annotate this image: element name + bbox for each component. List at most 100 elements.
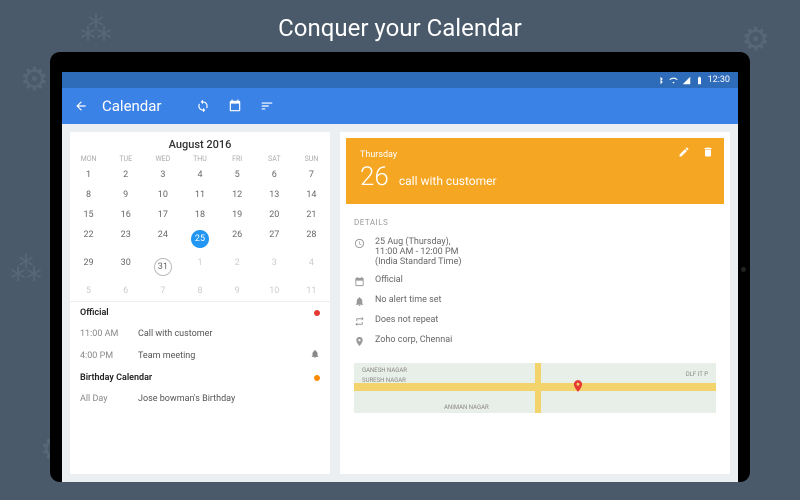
calendar-day[interactable]: 11 <box>293 281 330 301</box>
device-screen: 12:30 Calendar 31 August 2016 MONTUEWEDT… <box>62 72 738 482</box>
calendar-day[interactable]: 3 <box>144 165 181 185</box>
calendar-icon <box>354 276 365 287</box>
calendar-day[interactable]: 17 <box>144 205 181 225</box>
today-icon[interactable]: 31 <box>228 99 242 113</box>
dow-label: SAT <box>256 153 293 165</box>
calendar-day[interactable]: 27 <box>256 225 293 253</box>
tablet-camera <box>741 267 746 272</box>
calendar-color-dot <box>314 310 320 316</box>
detail-time: 11:00 AM - 12:00 PM <box>375 247 461 257</box>
calendar-day[interactable]: 22 <box>70 225 107 253</box>
battery-icon <box>695 76 704 85</box>
calendar-day[interactable]: 20 <box>256 205 293 225</box>
signal-icon <box>682 76 691 85</box>
detail-tz: (India Standard Time) <box>375 257 461 267</box>
schedule-event-row[interactable]: 11:00 AMCall with customer <box>70 324 330 344</box>
sort-icon[interactable] <box>260 99 274 113</box>
bluetooth-icon <box>656 76 665 85</box>
detail-datetime: 25 Aug (Thursday), 11:00 AM - 12:00 PM (… <box>354 233 716 271</box>
calendar-day[interactable]: 7 <box>144 281 181 301</box>
calendar-day[interactable]: 8 <box>70 185 107 205</box>
back-icon[interactable] <box>74 99 88 113</box>
detail-calendar: Official <box>354 271 716 291</box>
calendar-day[interactable]: 23 <box>107 225 144 253</box>
calendar-day[interactable]: 5 <box>70 281 107 301</box>
calendar-day[interactable]: 1 <box>70 165 107 185</box>
calendar-day[interactable]: 12 <box>219 185 256 205</box>
schedule-event-row[interactable]: 4:00 PMTeam meeting <box>70 344 330 367</box>
calendar-day[interactable]: 7 <box>293 165 330 185</box>
calendar-day[interactable]: 9 <box>219 281 256 301</box>
location-map[interactable]: GANESH NAGAR SURESH NAGAR DLF IT P ANIMA… <box>354 363 716 413</box>
detail-calendar-name: Official <box>375 275 403 285</box>
calendar-day[interactable]: 9 <box>107 185 144 205</box>
location-icon <box>354 336 365 347</box>
dow-label: FRI <box>219 153 256 165</box>
calendar-day[interactable]: 30 <box>107 253 144 281</box>
bell-icon <box>310 349 320 362</box>
calendar-day[interactable]: 14 <box>293 185 330 205</box>
detail-alert-text: No alert time set <box>375 295 441 305</box>
calendar-day[interactable]: 24 <box>144 225 181 253</box>
status-time: 12:30 <box>708 75 730 85</box>
delete-icon[interactable] <box>702 146 714 158</box>
schedule-list: Official11:00 AMCall with customer4:00 P… <box>70 301 330 409</box>
calendar-day[interactable]: 2 <box>107 165 144 185</box>
calendar-day[interactable]: 6 <box>256 165 293 185</box>
calendar-day[interactable]: 16 <box>107 205 144 225</box>
calendar-day[interactable]: 10 <box>256 281 293 301</box>
calendar-day[interactable]: 25 <box>181 225 218 253</box>
clock-icon <box>354 238 365 249</box>
svg-text:31: 31 <box>232 106 238 112</box>
detail-alert: No alert time set <box>354 291 716 311</box>
right-panel: Thursday 26 call with customer DETAILS 2… <box>340 132 730 474</box>
bell-icon <box>354 296 365 307</box>
dow-label: TUE <box>107 153 144 165</box>
map-label: DLF IT P <box>686 371 708 378</box>
schedule-event-row[interactable]: All DayJose bowman's Birthday <box>70 389 330 409</box>
calendar-day[interactable]: 11 <box>181 185 218 205</box>
calendar-day[interactable]: 29 <box>70 253 107 281</box>
calendar-day[interactable]: 4 <box>293 253 330 281</box>
calendar-day[interactable]: 6 <box>107 281 144 301</box>
event-details: DETAILS 25 Aug (Thursday), 11:00 AM - 12… <box>340 210 730 359</box>
edit-icon[interactable] <box>678 146 690 158</box>
calendar-day[interactable]: 26 <box>219 225 256 253</box>
detail-location-text: Zoho corp, Chennai <box>375 335 452 345</box>
calendar-day[interactable]: 5 <box>219 165 256 185</box>
status-bar: 12:30 <box>62 72 738 88</box>
dow-label: THU <box>181 153 218 165</box>
calendar-grid[interactable]: MONTUEWEDTHUFRISATSUN1234567891011121314… <box>70 153 330 301</box>
detail-repeat: Does not repeat <box>354 311 716 331</box>
calendar-day[interactable]: 3 <box>256 253 293 281</box>
schedule-section-header[interactable]: Official <box>70 302 330 324</box>
toolbar-title: Calendar <box>102 97 162 115</box>
calendar-day[interactable]: 8 <box>181 281 218 301</box>
event-title: call with customer <box>399 174 497 188</box>
calendar-day[interactable]: 18 <box>181 205 218 225</box>
month-label: August 2016 <box>70 132 330 153</box>
calendar-color-dot <box>314 375 320 381</box>
calendar-day[interactable]: 19 <box>219 205 256 225</box>
app-toolbar: Calendar 31 <box>62 88 738 124</box>
calendar-day[interactable]: 21 <box>293 205 330 225</box>
map-pin-icon <box>571 378 585 397</box>
detail-location: Zoho corp, Chennai <box>354 331 716 351</box>
calendar-day[interactable]: 28 <box>293 225 330 253</box>
calendar-day[interactable]: 1 <box>181 253 218 281</box>
calendar-day[interactable]: 31 <box>144 253 181 281</box>
calendar-day[interactable]: 2 <box>219 253 256 281</box>
calendar-day[interactable]: 4 <box>181 165 218 185</box>
map-label: ANIMAN NAGAR <box>444 404 489 411</box>
calendar-day[interactable]: 10 <box>144 185 181 205</box>
schedule-section-header[interactable]: Birthday Calendar <box>70 367 330 389</box>
calendar-day[interactable]: 13 <box>256 185 293 205</box>
dow-label: MON <box>70 153 107 165</box>
dow-label: WED <box>144 153 181 165</box>
event-header-card: Thursday 26 call with customer <box>346 138 724 204</box>
wifi-icon <box>669 76 678 85</box>
detail-date: 25 Aug (Thursday), <box>375 237 461 247</box>
sync-icon[interactable] <box>196 99 210 113</box>
calendar-day[interactable]: 15 <box>70 205 107 225</box>
map-label: SURESH NAGAR <box>362 377 406 384</box>
